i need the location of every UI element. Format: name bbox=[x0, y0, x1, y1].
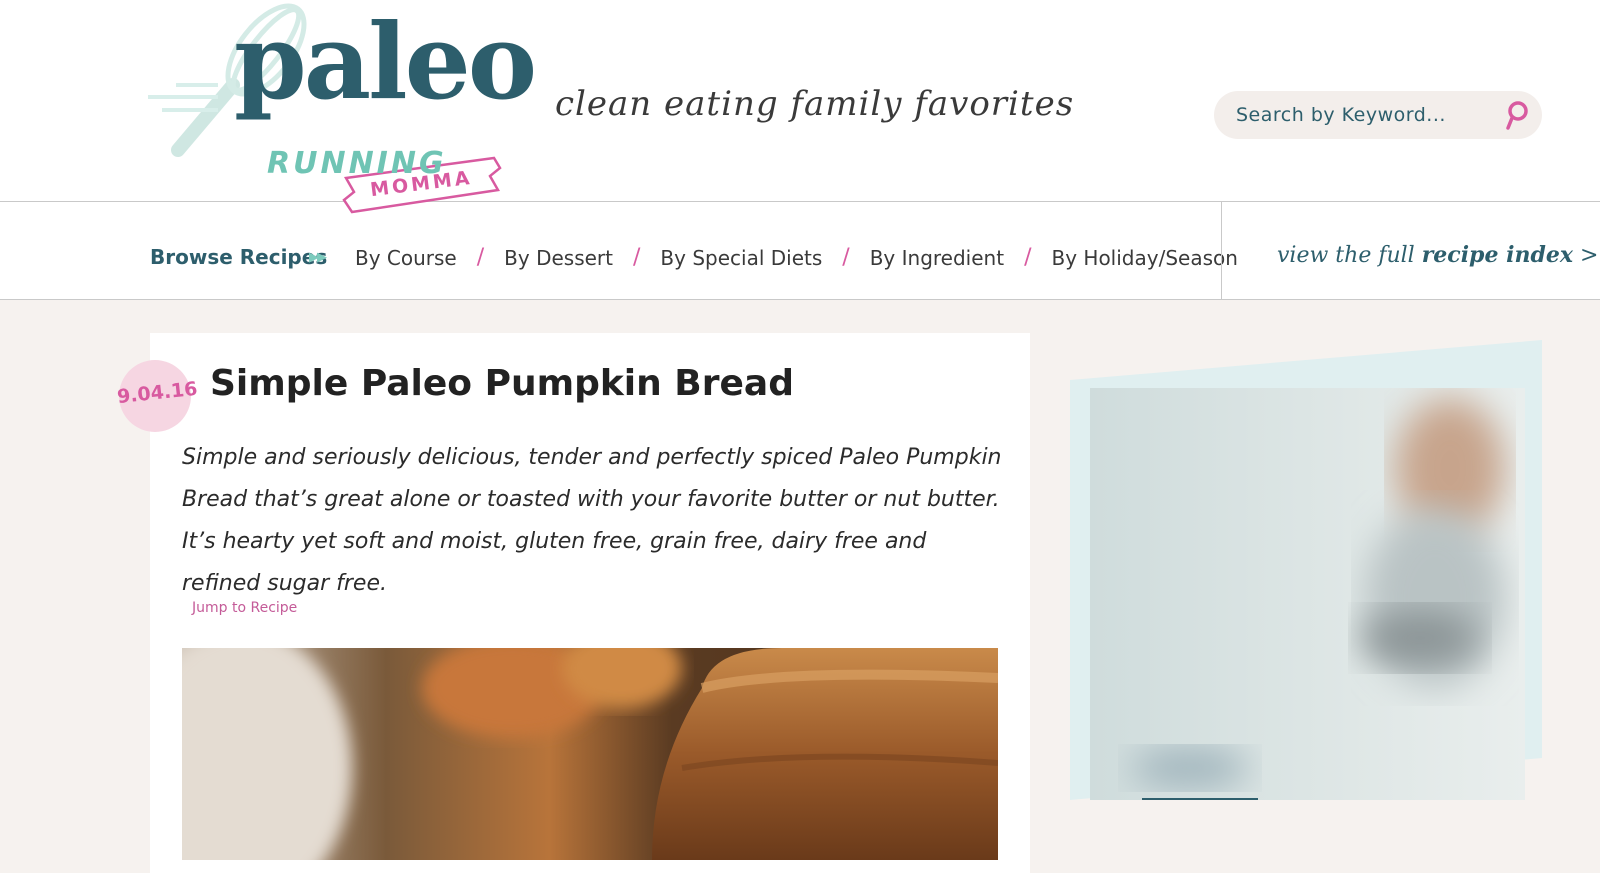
search-box bbox=[1214, 91, 1542, 139]
recipe-index-arrow: > bbox=[1579, 243, 1599, 268]
nav-item-by-course[interactable]: By Course bbox=[355, 246, 457, 270]
nav-item-by-special-diets[interactable]: By Special Diets bbox=[660, 246, 822, 270]
nav-separator: / bbox=[633, 245, 641, 270]
logo-wordmark-paleo: paleo bbox=[234, 0, 537, 123]
browse-recipes-label[interactable]: Browse Recipes bbox=[150, 245, 327, 269]
nav-separator: / bbox=[842, 245, 850, 270]
hero-image bbox=[182, 648, 998, 860]
site-header: paleo RUNNING MOMMA clean eating family … bbox=[0, 0, 1600, 214]
post-summary: Simple and seriously delicious, tender a… bbox=[182, 445, 1002, 596]
recipe-index-link[interactable]: view the full recipe index > bbox=[1277, 242, 1598, 268]
jump-to-recipe-link[interactable]: Jump to Recipe bbox=[192, 600, 297, 616]
recipe-index-bold: recipe index bbox=[1421, 242, 1573, 268]
nav-item-by-dessert[interactable]: By Dessert bbox=[504, 246, 613, 270]
site-tagline: clean eating family favorites bbox=[555, 84, 1075, 124]
nav-separator: / bbox=[476, 245, 485, 270]
nav-item-by-ingredient[interactable]: By Ingredient bbox=[870, 246, 1004, 270]
search-input[interactable] bbox=[1236, 102, 1486, 128]
double-chevron-right-icon: ▶▶ bbox=[309, 249, 327, 264]
nav-item-list: By Course / By Dessert / By Special Diet… bbox=[355, 245, 1238, 270]
nav-divider bbox=[1221, 202, 1222, 299]
post-title: Simple Paleo Pumpkin Bread bbox=[210, 363, 794, 404]
sidebar-author-photo[interactable] bbox=[1090, 388, 1525, 800]
search-icon[interactable] bbox=[1500, 99, 1532, 131]
nav-separator: / bbox=[1024, 245, 1032, 270]
site-logo[interactable]: paleo RUNNING MOMMA bbox=[148, 0, 537, 226]
recipe-index-prefix: view the full bbox=[1277, 243, 1415, 268]
nav-item-by-holiday-season[interactable]: By Holiday/Season bbox=[1051, 246, 1237, 270]
